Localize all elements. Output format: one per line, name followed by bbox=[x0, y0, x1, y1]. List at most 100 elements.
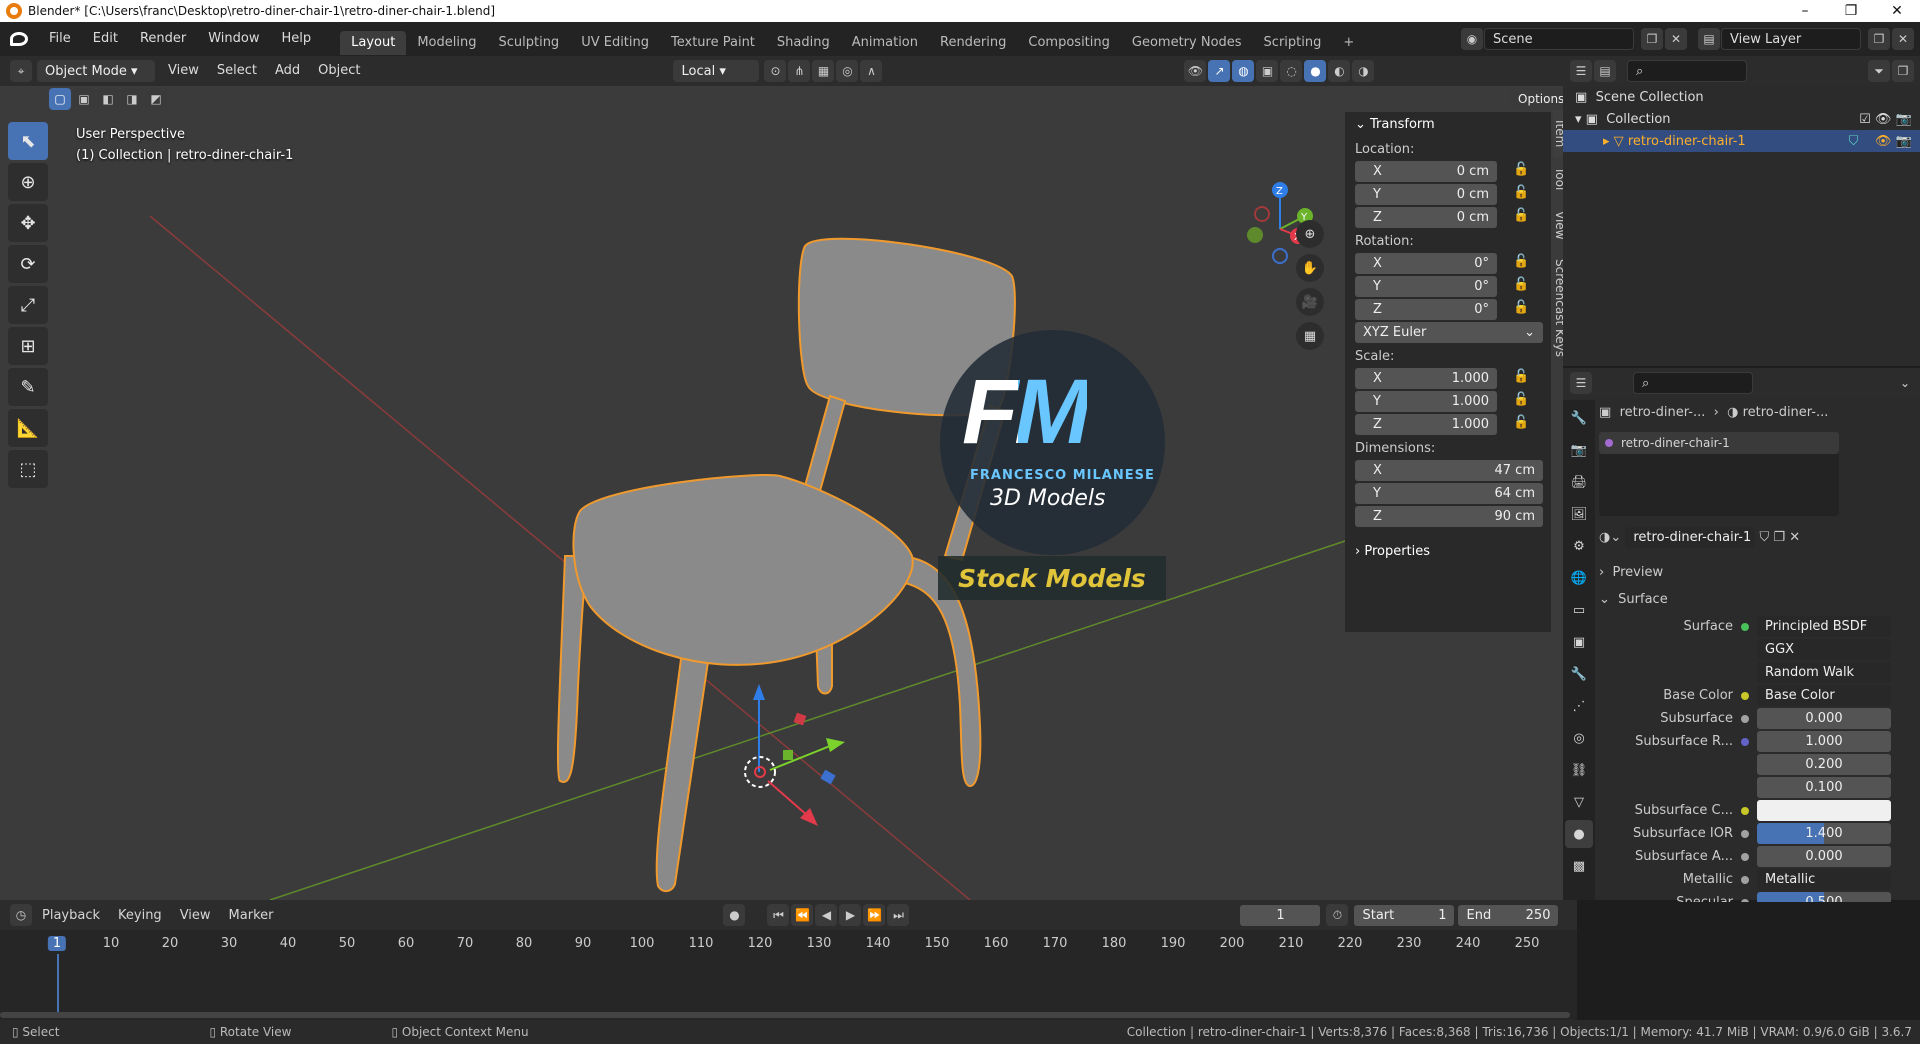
lock-icon[interactable]: 🔓 bbox=[1513, 392, 1531, 410]
dimension-y-field[interactable]: Y 64 cm bbox=[1355, 482, 1543, 504]
close-button[interactable]: ✕ bbox=[1874, 0, 1920, 22]
property-value-field[interactable]: 1.400 bbox=[1757, 823, 1891, 844]
new-view-layer-icon[interactable]: ❐ bbox=[1868, 28, 1890, 50]
scale-y-field[interactable]: Y 1.000 bbox=[1355, 390, 1497, 412]
menu-select[interactable]: Select bbox=[208, 56, 266, 86]
disclosure-down-icon[interactable]: ▾ bbox=[1575, 112, 1586, 127]
modifier-properties-icon[interactable]: 🔧 bbox=[1565, 660, 1593, 688]
tab-sculpting[interactable]: Sculpting bbox=[487, 31, 570, 55]
menu-window[interactable]: Window bbox=[197, 22, 270, 56]
socket-icon[interactable] bbox=[1741, 875, 1749, 884]
lock-icon[interactable]: 🔓 bbox=[1513, 369, 1531, 387]
scene-selector[interactable]: Scene bbox=[1484, 28, 1634, 50]
object-mode-dropdown[interactable]: Object Mode ▾ bbox=[37, 60, 155, 82]
menu-render[interactable]: Render bbox=[129, 22, 197, 56]
camera-icon[interactable]: 📷 bbox=[1896, 112, 1920, 127]
rotation-z-field[interactable]: Z 0° bbox=[1355, 298, 1497, 320]
tab-shading[interactable]: Shading bbox=[766, 31, 841, 55]
constraints-properties-icon[interactable]: ⛓ bbox=[1565, 756, 1593, 784]
tab-scripting[interactable]: Scripting bbox=[1253, 31, 1333, 55]
add-workspace-button[interactable]: + bbox=[1332, 31, 1365, 55]
material-slot[interactable]: retro-diner-chair-1 bbox=[1599, 432, 1839, 454]
tab-geometry-nodes[interactable]: Geometry Nodes bbox=[1121, 31, 1253, 55]
view-layer-selector[interactable]: View Layer bbox=[1721, 28, 1861, 50]
timeline-editor-icon[interactable]: ◷ bbox=[10, 904, 32, 926]
surface-panel[interactable]: ⌄ Surface bbox=[1599, 588, 1919, 611]
record-icon[interactable]: ● bbox=[723, 904, 746, 926]
menu-file[interactable]: File bbox=[38, 22, 82, 56]
outliner-object-row[interactable]: ▸ ▽ retro-diner-chair-1 ⛉ 👁 📷 bbox=[1563, 130, 1920, 152]
property-value-field[interactable]: Random Walk bbox=[1757, 662, 1891, 683]
tab-modeling[interactable]: Modeling bbox=[406, 31, 487, 55]
view-layer-icon[interactable]: ▤ bbox=[1698, 28, 1720, 50]
xray-icon[interactable]: ▣ bbox=[1256, 60, 1279, 82]
3d-viewport[interactable]: ⌖ Object Mode ▾ View Select Add Object L… bbox=[0, 56, 1563, 900]
scale-x-field[interactable]: X 1.000 bbox=[1355, 367, 1497, 389]
jump-keyframe-forward-icon[interactable]: ⏩ bbox=[863, 904, 886, 926]
property-value-field[interactable] bbox=[1757, 800, 1891, 821]
checkbox-icon[interactable]: ☑ bbox=[1859, 112, 1875, 127]
view-layer-properties-icon[interactable]: 🖼 bbox=[1565, 500, 1593, 528]
socket-icon[interactable] bbox=[1741, 691, 1749, 700]
lock-icon[interactable]: 🔓 bbox=[1513, 277, 1531, 295]
location-z-field[interactable]: Z 0 cm bbox=[1355, 206, 1497, 228]
menu-help[interactable]: Help bbox=[271, 22, 323, 56]
proportional-edit-icon[interactable]: ◎ bbox=[836, 60, 859, 82]
material-shading-icon[interactable]: ◐ bbox=[1328, 60, 1351, 82]
property-value-field[interactable]: 0.500 bbox=[1757, 892, 1891, 902]
transform-tool-icon[interactable]: ⊞ bbox=[8, 327, 48, 365]
outliner-search-input[interactable]: ⌕ bbox=[1627, 60, 1747, 82]
camera-icon[interactable]: 📷 bbox=[1896, 134, 1920, 149]
scene-browse-icon[interactable]: ◉ bbox=[1461, 28, 1483, 50]
world-properties-icon[interactable]: 🌐 bbox=[1565, 564, 1593, 592]
property-value-field[interactable]: GGX bbox=[1757, 639, 1891, 660]
minimize-button[interactable]: – bbox=[1782, 0, 1828, 22]
zoom-icon[interactable]: ⊕ bbox=[1296, 220, 1324, 248]
properties-subpanel[interactable]: › Properties bbox=[1345, 539, 1551, 563]
location-y-field[interactable]: Y 0 cm bbox=[1355, 183, 1497, 205]
property-value-field[interactable]: 0.000 bbox=[1757, 846, 1891, 867]
annotate-tool-icon[interactable]: ✎ bbox=[8, 368, 48, 406]
timeline-ruler[interactable]: 1 10 20 30 40 50 60 70 80 90 100 110 120 130 140 150 160… bbox=[0, 930, 1577, 958]
pan-hand-icon[interactable]: ✋ bbox=[1296, 254, 1324, 282]
select-box-tool-icon[interactable]: ⬉ bbox=[8, 122, 48, 160]
new-collection-icon[interactable]: ❐ bbox=[1892, 60, 1914, 82]
property-value-field[interactable]: 0.000 bbox=[1757, 708, 1891, 729]
particles-properties-icon[interactable]: ⋰ bbox=[1565, 692, 1593, 720]
new-scene-icon[interactable]: ❐ bbox=[1641, 28, 1663, 50]
material-browse-icon[interactable]: ◑⌄ bbox=[1599, 530, 1625, 545]
jump-keyframe-back-icon[interactable]: ⏪ bbox=[791, 904, 814, 926]
camera-view-icon[interactable]: 🎥 bbox=[1296, 288, 1324, 316]
snap-target-icon[interactable]: ▦ bbox=[812, 60, 835, 82]
falloff-icon[interactable]: ∧ bbox=[860, 60, 883, 82]
socket-icon[interactable] bbox=[1741, 669, 1749, 677]
maximize-button[interactable]: ❐ bbox=[1828, 0, 1874, 22]
socket-icon[interactable] bbox=[1741, 852, 1749, 861]
property-value-field[interactable]: Principled BSDF bbox=[1757, 616, 1891, 637]
menu-object[interactable]: Object bbox=[309, 56, 369, 86]
object-properties-icon[interactable]: ▣ bbox=[1565, 628, 1593, 656]
rotation-y-field[interactable]: Y 0° bbox=[1355, 275, 1497, 297]
unlink-icon[interactable]: ✕ bbox=[1789, 530, 1800, 545]
properties-editor-icon[interactable]: ☰ bbox=[1570, 372, 1592, 394]
transform-orientation-dropdown[interactable]: Local ▾ bbox=[673, 60, 760, 82]
playhead[interactable] bbox=[57, 954, 59, 1018]
tab-compositing[interactable]: Compositing bbox=[1017, 31, 1121, 55]
socket-icon[interactable] bbox=[1741, 806, 1749, 815]
delete-scene-icon[interactable]: ✕ bbox=[1665, 28, 1687, 50]
socket-icon[interactable] bbox=[1741, 784, 1749, 792]
lock-icon[interactable]: 🔓 bbox=[1513, 300, 1531, 318]
solid-shading-icon[interactable]: ● bbox=[1304, 60, 1327, 82]
filter-icon[interactable]: ⏷ bbox=[1868, 60, 1890, 82]
tool-properties-icon[interactable]: 🔧 bbox=[1565, 404, 1593, 432]
outliner-collection[interactable]: ▾ ▣ Collection ☑ 👁 📷 bbox=[1563, 108, 1920, 130]
lock-icon[interactable]: 🔓 bbox=[1513, 185, 1531, 203]
menu-timeline-view[interactable]: View bbox=[171, 908, 220, 923]
property-value-field[interactable]: 0.200 bbox=[1757, 754, 1891, 775]
tab-texture-paint[interactable]: Texture Paint bbox=[660, 31, 766, 55]
cursor-tool-icon[interactable]: ⊕ bbox=[8, 163, 48, 201]
output-properties-icon[interactable]: 🖨 bbox=[1565, 468, 1593, 496]
physics-properties-icon[interactable]: ◎ bbox=[1565, 724, 1593, 752]
socket-icon[interactable] bbox=[1741, 761, 1749, 769]
jump-start-icon[interactable]: ⏮ bbox=[767, 904, 790, 926]
